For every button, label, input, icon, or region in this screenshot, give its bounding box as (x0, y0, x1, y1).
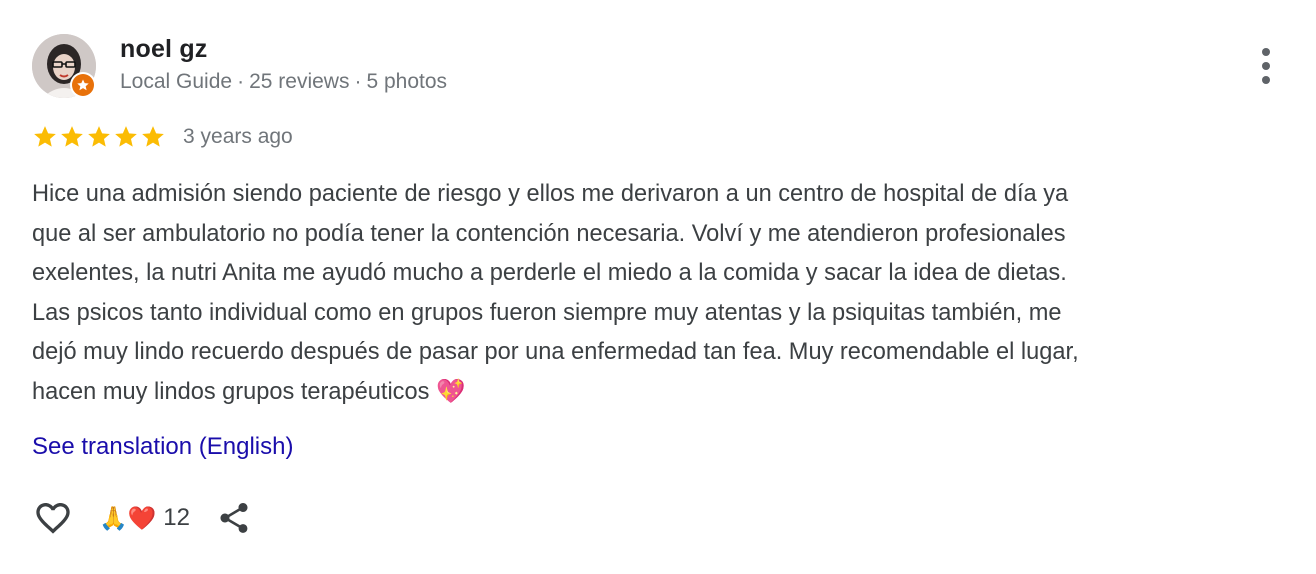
see-translation-link[interactable]: See translation (English) (32, 433, 293, 461)
reaction-emojis: 🙏❤️ (99, 504, 157, 531)
share-icon (220, 503, 248, 533)
reactions-summary[interactable]: 🙏❤️ 12 (99, 504, 190, 532)
star-icon (88, 126, 110, 147)
review-text: Hice una admisión siendo paciente de rie… (32, 181, 1079, 405)
more-vert-icon-dot (1262, 62, 1270, 70)
more-options-button[interactable] (1250, 46, 1282, 86)
like-button[interactable] (32, 497, 74, 539)
author-photos-count: 5 photos (366, 70, 448, 93)
meta-separator: · (354, 70, 362, 93)
local-guide-star-icon (72, 74, 94, 96)
more-vert-icon (1262, 48, 1270, 56)
more-vert-icon-dot (1262, 76, 1270, 84)
review-actions: 🙏❤️ 12 (32, 496, 254, 540)
rating-row: 3 years ago (32, 122, 293, 152)
meta-separator: · (237, 70, 245, 93)
review-date: 3 years ago (183, 125, 293, 148)
star-rating (32, 124, 166, 150)
author-name[interactable]: noel gz (120, 35, 208, 64)
review-card: noel gz Local Guide · 25 reviews · 5 photos … (0, 0, 1316, 574)
author-meta: Local Guide · 25 reviews · 5 photos (120, 70, 447, 94)
author-badge-label: Local Guide (120, 70, 233, 93)
star-icon (34, 126, 56, 147)
heart-outline-icon (36, 503, 70, 534)
share-button[interactable] (214, 498, 254, 538)
star-icon (115, 126, 137, 147)
star-icon (142, 126, 164, 147)
star-icon (61, 126, 83, 147)
local-guide-badge (70, 72, 96, 98)
reaction-count: 12 (163, 504, 190, 531)
author-reviews-count: 25 reviews (249, 70, 350, 93)
